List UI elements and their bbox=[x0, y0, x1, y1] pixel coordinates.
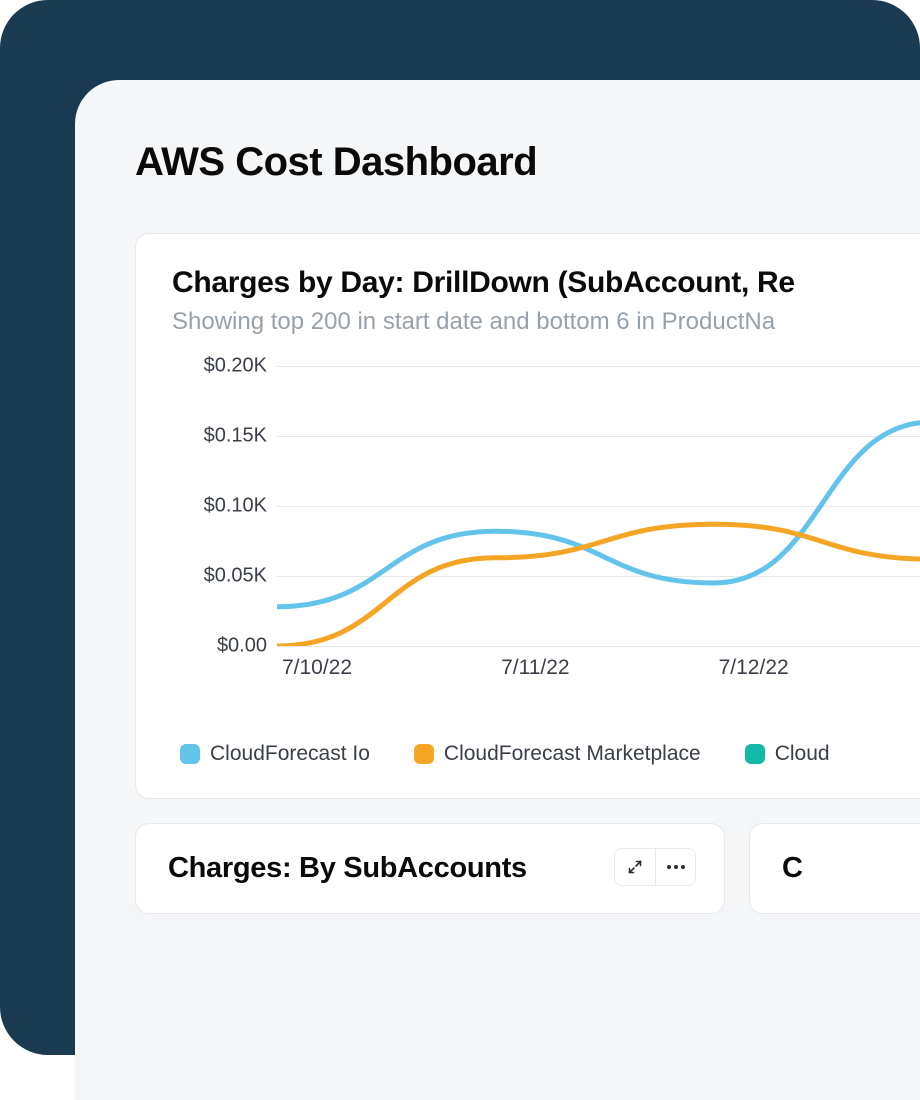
more-button[interactable] bbox=[655, 849, 695, 885]
legend-label: CloudForecast Io bbox=[210, 742, 370, 766]
legend-swatch bbox=[414, 744, 434, 764]
legend-item[interactable]: CloudForecast Io bbox=[180, 742, 370, 766]
plot-area bbox=[277, 366, 920, 646]
secondary-card: C bbox=[749, 823, 920, 914]
more-icon bbox=[667, 865, 685, 869]
gridline bbox=[277, 646, 920, 647]
x-tick: 7/10/22 bbox=[282, 656, 352, 680]
card-title: Charges by Day: DrillDown (SubAccount, R… bbox=[172, 266, 920, 300]
charges-by-day-card: Charges by Day: DrillDown (SubAccount, R… bbox=[135, 233, 920, 799]
card-subtitle: Showing top 200 in start date and bottom… bbox=[172, 308, 920, 336]
series-line bbox=[277, 524, 920, 646]
y-tick: $0.05K bbox=[172, 565, 267, 588]
legend-swatch bbox=[180, 744, 200, 764]
card-row: Charges: By SubAccounts C bbox=[135, 823, 920, 914]
charges-by-subaccounts-card: Charges: By SubAccounts bbox=[135, 823, 725, 914]
card-title: C bbox=[782, 852, 920, 885]
card-actions bbox=[614, 848, 696, 886]
outer-frame: AWS Cost Dashboard Charges by Day: Drill… bbox=[0, 0, 920, 1055]
x-axis: 7/10/22 7/11/22 7/12/22 bbox=[277, 656, 920, 686]
legend: CloudForecast Io CloudForecast Marketplac… bbox=[172, 742, 920, 766]
y-tick: $0.10K bbox=[172, 495, 267, 518]
x-tick: 7/12/22 bbox=[719, 656, 789, 680]
line-chart: $0.00$0.05K$0.10K$0.15K$0.20K 7/10/227/1… bbox=[172, 366, 920, 686]
expand-button[interactable] bbox=[615, 849, 655, 885]
legend-item[interactable]: CloudForecast Marketplace bbox=[414, 742, 701, 766]
expand-icon bbox=[627, 859, 643, 875]
y-tick: $0.15K bbox=[172, 425, 267, 448]
y-axis: $0.00$0.05K$0.10K$0.15K$0.20K bbox=[172, 366, 267, 646]
series-line bbox=[277, 422, 920, 607]
y-tick: $0.20K bbox=[172, 355, 267, 378]
page-title: AWS Cost Dashboard bbox=[135, 140, 920, 185]
y-tick: $0.00 bbox=[172, 635, 267, 658]
legend-label: CloudForecast Marketplace bbox=[444, 742, 701, 766]
legend-item[interactable]: Cloud bbox=[745, 742, 830, 766]
x-tick: 7/11/22 bbox=[501, 656, 570, 680]
legend-swatch bbox=[745, 744, 765, 764]
dashboard-panel: AWS Cost Dashboard Charges by Day: Drill… bbox=[75, 80, 920, 1100]
legend-label: Cloud bbox=[775, 742, 830, 766]
